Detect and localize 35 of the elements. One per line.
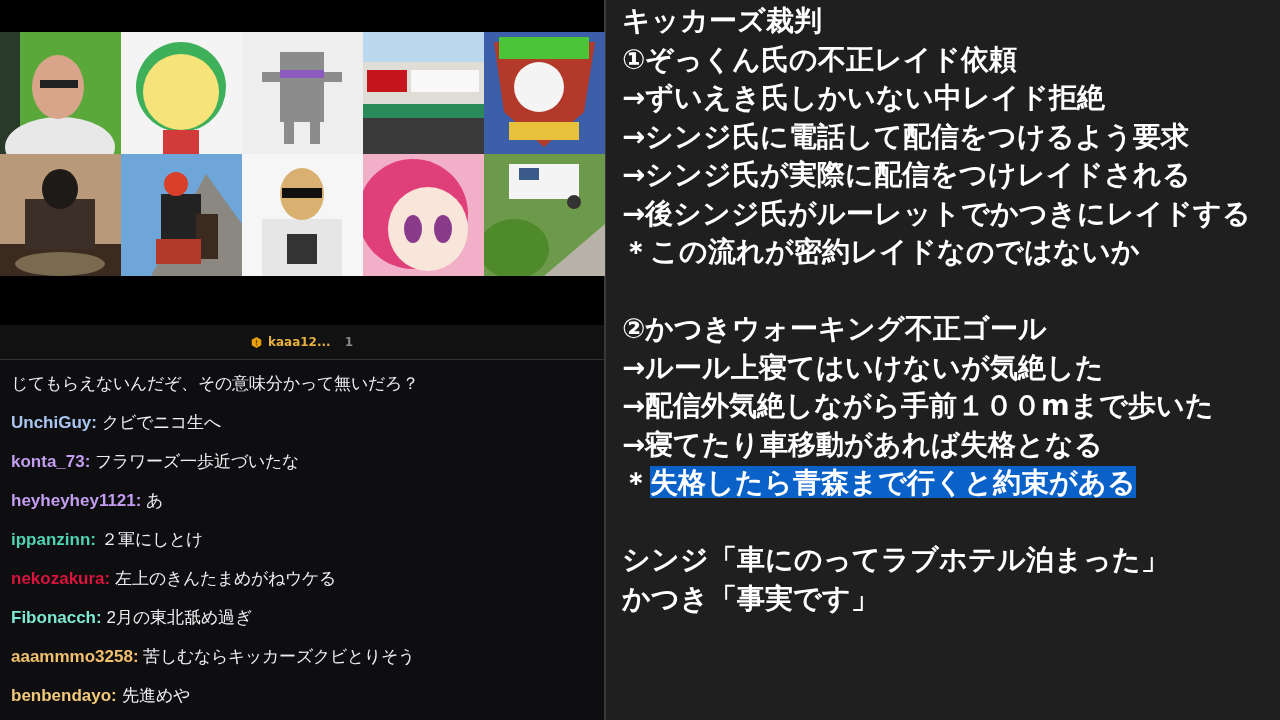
chat-message: 2月の東北舐め過ぎ bbox=[106, 608, 252, 627]
note-text: シンジ「車にのってラブホテル泊まった」 bbox=[622, 543, 1169, 575]
note-text: ＊ bbox=[622, 466, 650, 498]
note-text: かつき「事実です」 bbox=[622, 581, 879, 614]
chat-message: 先進めや bbox=[121, 686, 190, 705]
chat-message: クビでニコ生へ bbox=[101, 413, 221, 432]
chat-username[interactable]: ippanzinn: bbox=[11, 530, 96, 549]
chat-message: フラワーズ一歩近づいたな bbox=[95, 452, 300, 471]
chat-username[interactable]: nekozakura: bbox=[11, 569, 111, 588]
chat-username[interactable]: UnchiGuy: bbox=[11, 413, 97, 432]
chat-username[interactable]: Fibonacch: bbox=[11, 608, 102, 627]
chat-message: 苦しむならキッカーズクビとりそう bbox=[143, 647, 416, 666]
note-text: →後シンジ氏がルーレットでかつきにレイドする bbox=[622, 196, 1252, 229]
note-text: →ずいえき氏しかいない中レイド拒絶 bbox=[622, 81, 1106, 113]
note-text: ①ぞっくん氏の不正レイド依頼 bbox=[622, 42, 1018, 75]
chat-username[interactable]: konta_73: bbox=[11, 452, 91, 471]
chat-message: ２軍にしとけ bbox=[100, 530, 203, 549]
note-text: ②かつきウォーキング不正ゴール bbox=[622, 312, 1048, 344]
note-text: ＊この流れが密約レイドなのではないか bbox=[622, 235, 1140, 267]
chat-message: 左上のきんたまめがねウケる bbox=[114, 569, 336, 588]
chat-message: あ bbox=[146, 491, 164, 510]
note-text: →配信外気絶しながら手前１００mまで歩いた bbox=[622, 389, 1214, 421]
chat-username[interactable]: benbendayo: bbox=[11, 686, 117, 705]
chat-message: じてもらえないんだぞ、その意味分かって無いだろ？ bbox=[11, 373, 420, 395]
chatter-name[interactable]: kaaa12... bbox=[268, 335, 331, 349]
chat-username[interactable]: aaammmo3258: bbox=[11, 647, 139, 666]
chat-username[interactable]: heyheyhey1121: bbox=[11, 491, 142, 510]
note-text: →シンジ氏が実際に配信をつけレイドされる bbox=[622, 158, 1192, 190]
badge-icon bbox=[251, 336, 262, 348]
note-text: →ルール上寝てはいけないが気絶した bbox=[622, 350, 1105, 383]
note-text: →シンジ氏に電話して配信をつけるよう要求 bbox=[622, 119, 1190, 152]
note-text: 失格したら青森まで行くと約束がある bbox=[650, 466, 1136, 498]
note-text: →寝てたり車移動があれば失格となる bbox=[622, 427, 1104, 460]
chatter-count: 1 bbox=[344, 335, 353, 349]
note-text: キッカーズ裁判 bbox=[622, 4, 822, 36]
